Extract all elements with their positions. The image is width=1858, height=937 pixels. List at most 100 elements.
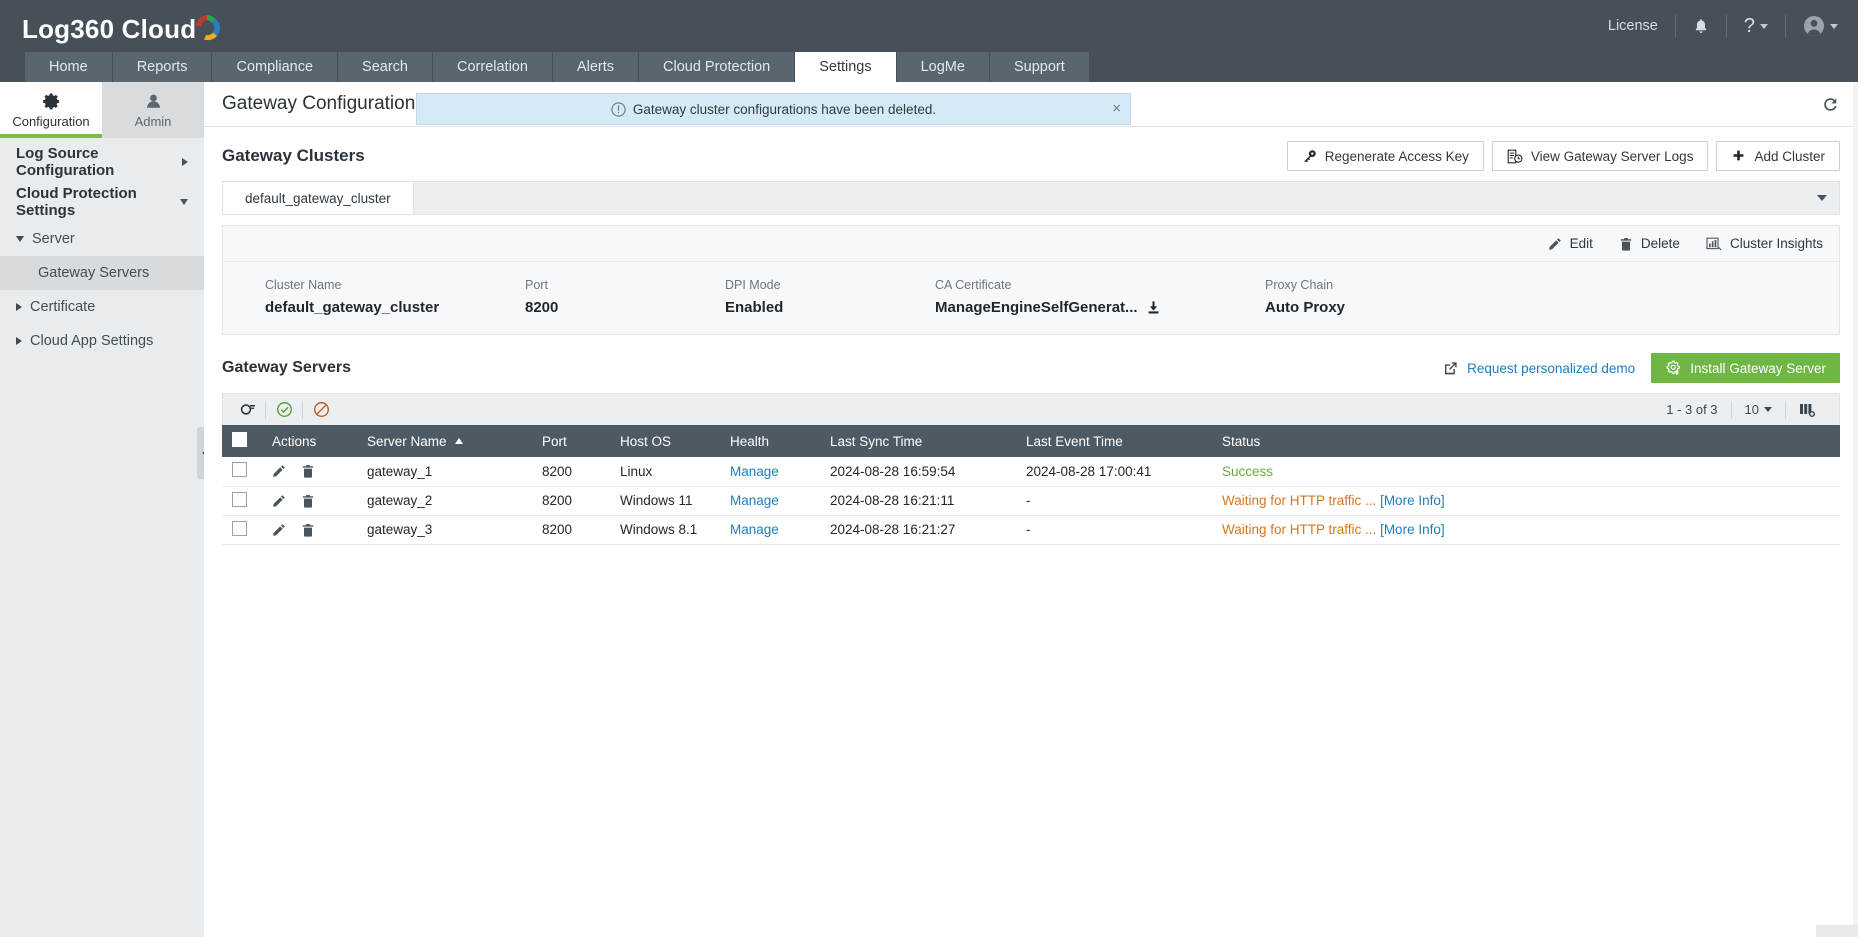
download-icon[interactable] <box>1146 300 1161 315</box>
request-demo-link[interactable]: Request personalized demo <box>1443 361 1635 376</box>
sidebar-item-label: Gateway Servers <box>38 265 149 281</box>
help-menu[interactable]: ? <box>1727 15 1786 37</box>
notifications-button[interactable] <box>1676 15 1727 37</box>
plus-icon <box>1731 149 1746 164</box>
nav-tab-cloud-protection[interactable]: Cloud Protection <box>639 52 795 82</box>
table-row[interactable]: gateway_1 8200 Linux Manage 2024-08-28 1… <box>222 457 1840 486</box>
table-row[interactable]: gateway_2 8200 Windows 11 Manage 2024-08… <box>222 486 1840 515</box>
close-icon[interactable]: × <box>1112 101 1121 116</box>
cluster-detail-card: Edit Delete Cluster In <box>222 225 1840 335</box>
sidebar-item-gateway-servers[interactable]: Gateway Servers <box>0 256 204 290</box>
log360-swirl-icon <box>190 10 224 44</box>
nav-tab-correlation[interactable]: Correlation <box>433 52 553 82</box>
more-info-link[interactable]: [More Info] <box>1380 493 1445 508</box>
view-gateway-server-logs-button[interactable]: View Gateway Server Logs <box>1492 141 1709 171</box>
row-checkbox[interactable] <box>232 462 247 477</box>
row-select-cell[interactable] <box>222 515 262 544</box>
column-last-event-time[interactable]: Last Event Time <box>1016 425 1212 457</box>
toolbar-right: 1 - 3 of 3 10 <box>1653 401 1829 419</box>
cell-host-os: Linux <box>610 457 720 486</box>
refresh-icon[interactable] <box>1821 95 1840 114</box>
enable-button[interactable] <box>266 394 302 426</box>
nav-tab-settings[interactable]: Settings <box>795 52 896 82</box>
edit-row-icon[interactable] <box>272 464 286 478</box>
page-layout: Configuration Admin Log Source Configura… <box>0 82 1858 937</box>
table-row[interactable]: gateway_3 8200 Windows 8.1 Manage 2024-0… <box>222 515 1840 544</box>
edit-row-icon[interactable] <box>272 523 286 537</box>
delete-row-icon[interactable] <box>301 523 315 537</box>
cluster-tab-dropdown[interactable] <box>1817 182 1839 214</box>
column-chooser-button[interactable] <box>1786 402 1829 418</box>
column-host-os[interactable]: Host OS <box>610 425 720 457</box>
button-label: Add Cluster <box>1754 149 1825 164</box>
row-select-cell[interactable] <box>222 486 262 515</box>
field-label: Proxy Chain <box>1265 278 1345 292</box>
main-content: Gateway Configuration Gateway cluster co… <box>204 82 1858 937</box>
tab-admin[interactable]: Admin <box>102 82 204 138</box>
sidebar-item-certificate[interactable]: Certificate <box>0 290 204 324</box>
page-title: Gateway Configuration <box>222 93 415 115</box>
column-actions: Actions <box>262 425 357 457</box>
nav-tab-search[interactable]: Search <box>338 52 433 82</box>
content-scrollbar[interactable] <box>1853 82 1858 937</box>
user-menu[interactable] <box>1786 15 1840 37</box>
row-checkbox[interactable] <box>232 492 247 507</box>
install-gateway-server-button[interactable]: Install Gateway Server <box>1651 353 1840 383</box>
chat-support-button[interactable] <box>1816 925 1858 937</box>
column-status[interactable]: Status <box>1212 425 1840 457</box>
add-cluster-button[interactable]: Add Cluster <box>1716 141 1840 171</box>
field-port: Port 8200 <box>525 278 725 316</box>
nav-tab-logme[interactable]: LogMe <box>897 52 990 82</box>
nav-tab-alerts[interactable]: Alerts <box>553 52 639 82</box>
page-size-selector[interactable]: 10 <box>1732 402 1785 417</box>
sidebar-item-cloud-app-settings[interactable]: Cloud App Settings <box>0 324 204 358</box>
sidebar-item-server[interactable]: Server <box>0 222 204 256</box>
more-info-link[interactable]: [More Info] <box>1380 522 1445 537</box>
nav-tab-home[interactable]: Home <box>25 52 113 82</box>
regenerate-access-key-button[interactable]: Regenerate Access Key <box>1287 141 1484 171</box>
edit-row-icon[interactable] <box>272 494 286 508</box>
manage-link[interactable]: Manage <box>730 522 779 537</box>
cluster-tab-default-gateway-cluster[interactable]: default_gateway_cluster <box>223 182 414 214</box>
column-select-all[interactable] <box>222 425 262 457</box>
license-link[interactable]: License <box>1591 15 1676 37</box>
column-port[interactable]: Port <box>532 425 610 457</box>
nav-tab-compliance[interactable]: Compliance <box>212 52 338 82</box>
column-last-sync-time[interactable]: Last Sync Time <box>820 425 1016 457</box>
delete-row-icon[interactable] <box>301 494 315 508</box>
row-select-cell[interactable] <box>222 457 262 486</box>
cluster-insights-button[interactable]: Cluster Insights <box>1706 236 1823 251</box>
column-health[interactable]: Health <box>720 425 820 457</box>
left-column: Configuration Admin Log Source Configura… <box>0 82 204 937</box>
delete-row-icon[interactable] <box>301 464 315 478</box>
column-label: Server Name <box>367 434 447 449</box>
cell-host-os: Windows 11 <box>610 486 720 515</box>
delete-cluster-button[interactable]: Delete <box>1619 236 1680 251</box>
field-value: Auto Proxy <box>1265 299 1345 316</box>
sidebar-section-cloud-protection-settings[interactable]: Cloud Protection Settings <box>0 182 204 222</box>
field-label: Cluster Name <box>265 278 525 292</box>
field-value-wrap: ManageEngineSelfGenerat... <box>935 299 1265 316</box>
app-logo[interactable]: Log360 Cloud <box>22 10 224 42</box>
gateway-servers-actions: Request personalized demo Install Gatewa… <box>1443 353 1840 383</box>
column-server-name[interactable]: Server Name <box>357 425 532 457</box>
gateway-servers-table: Actions Server Name Port Host OS Health … <box>222 425 1840 545</box>
gear-download-icon <box>1665 360 1682 376</box>
nav-tab-support[interactable]: Support <box>990 52 1090 82</box>
manage-link[interactable]: Manage <box>730 493 779 508</box>
table-body: gateway_1 8200 Linux Manage 2024-08-28 1… <box>222 457 1840 544</box>
sidebar-section-log-source-configuration[interactable]: Log Source Configuration <box>0 142 204 182</box>
cell-last-sync-time: 2024-08-28 16:59:54 <box>820 457 1016 486</box>
manage-link[interactable]: Manage <box>730 464 779 479</box>
disable-button[interactable] <box>303 394 339 426</box>
nav-tab-reports[interactable]: Reports <box>113 52 213 82</box>
search-button[interactable] <box>229 394 265 426</box>
select-all-checkbox[interactable] <box>232 432 247 447</box>
tab-configuration[interactable]: Configuration <box>0 82 102 138</box>
cell-host-os: Windows 8.1 <box>610 515 720 544</box>
disable-block-icon <box>313 401 330 418</box>
main-navigation: Home Reports Compliance Search Correlati… <box>0 52 1858 82</box>
edit-cluster-button[interactable]: Edit <box>1548 236 1593 251</box>
row-checkbox[interactable] <box>232 521 247 536</box>
field-label: CA Certificate <box>935 278 1265 292</box>
